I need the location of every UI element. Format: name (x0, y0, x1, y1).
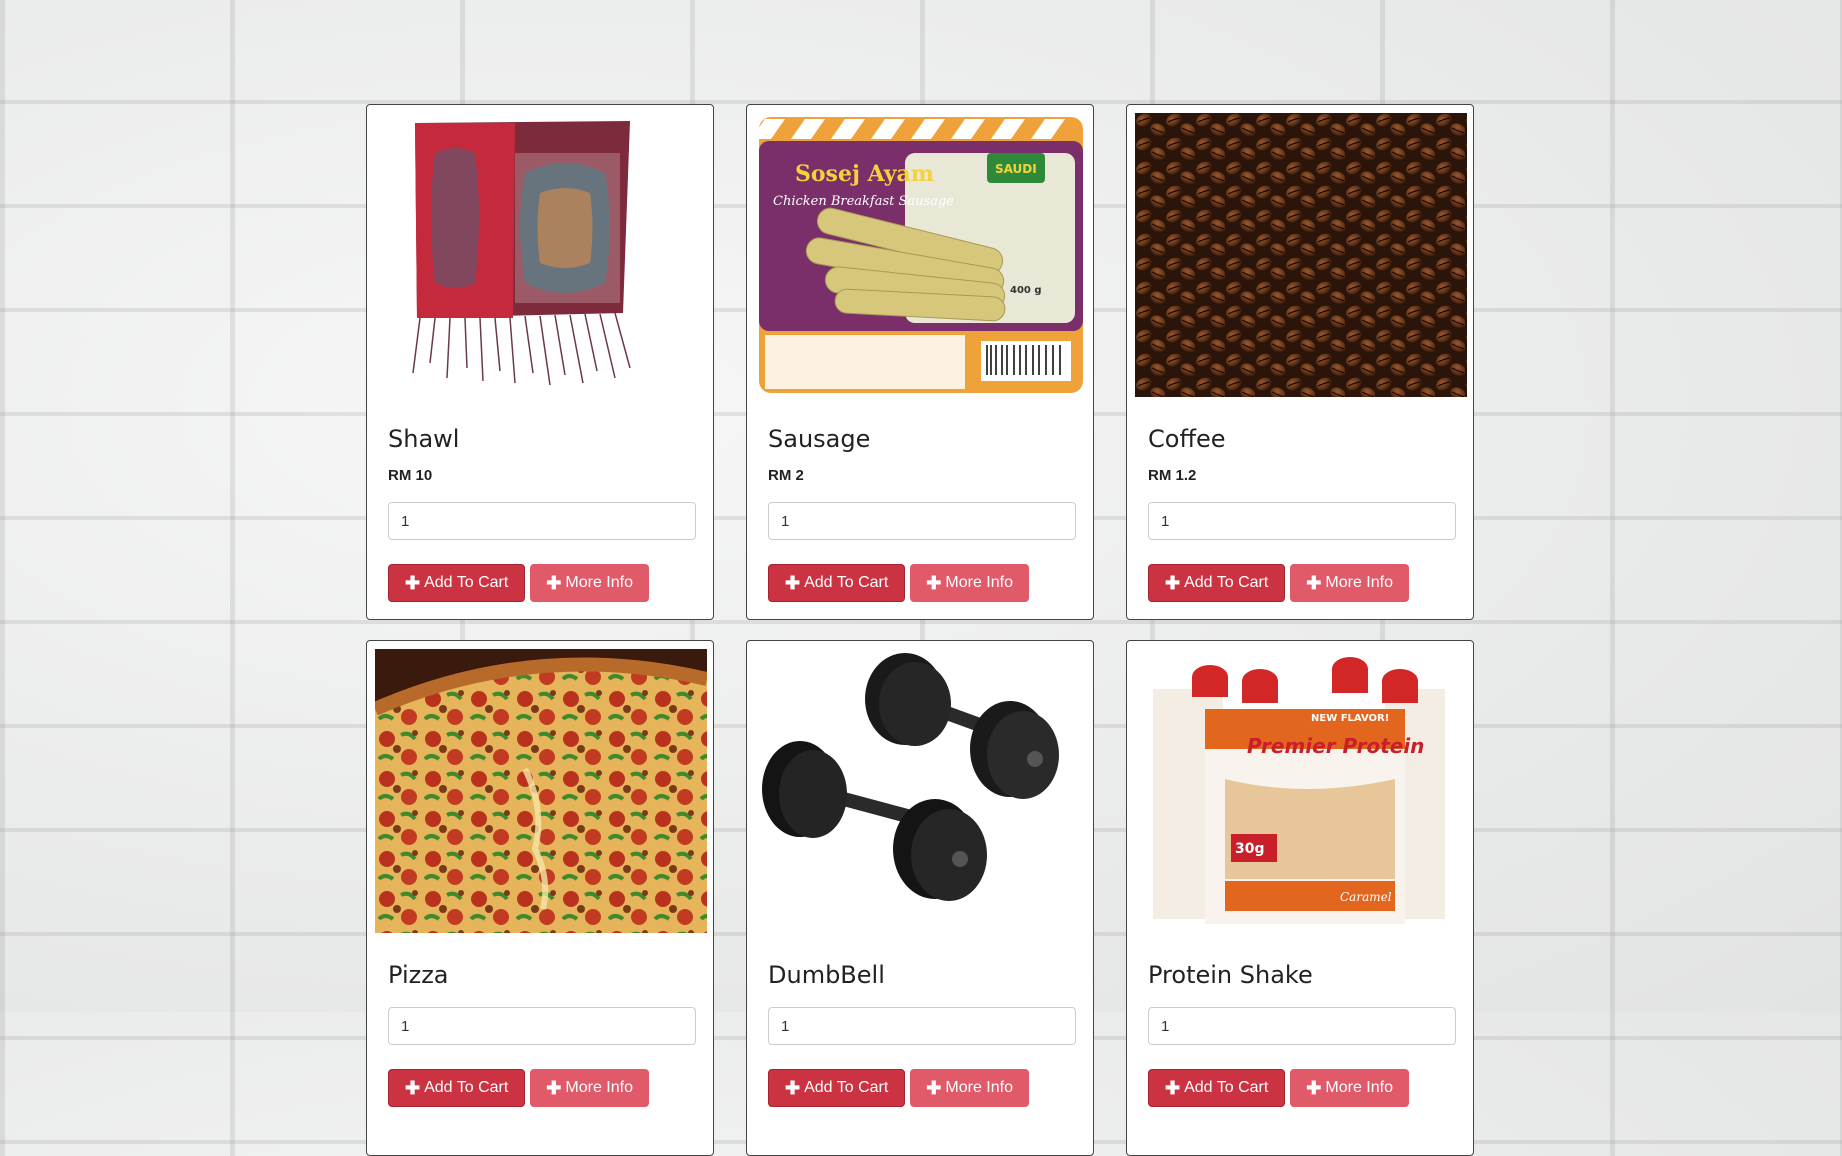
product-card-pizza: Pizza ✚ Add To Cart ✚ More Info (366, 640, 714, 1156)
more-info-button[interactable]: ✚ More Info (530, 564, 649, 602)
card-actions: ✚ Add To Cart ✚ More Info (1148, 564, 1465, 602)
product-price: RM 2 (768, 467, 804, 484)
more-info-label: More Info (945, 1079, 1013, 1096)
add-to-cart-button[interactable]: ✚ Add To Cart (768, 1069, 906, 1107)
more-info-button[interactable]: ✚ More Info (1290, 564, 1409, 602)
more-info-label: More Info (565, 1079, 633, 1096)
quantity-input[interactable] (1148, 502, 1456, 540)
product-title: Pizza (388, 961, 449, 989)
product-card-dumbbell: DumbBell ✚ Add To Cart ✚ More Info (746, 640, 1094, 1156)
more-info-button[interactable]: ✚ More Info (530, 1069, 649, 1107)
product-title: Protein Shake (1148, 961, 1313, 989)
add-to-cart-label: Add To Cart (1184, 1079, 1269, 1096)
plus-icon: ✚ (1306, 1077, 1322, 1098)
product-title: DumbBell (768, 961, 885, 989)
product-card-shawl: Shawl RM 10 ✚ Add To Cart ✚ More Info (366, 104, 714, 620)
more-info-label: More Info (565, 574, 633, 591)
product-image-coffee (1135, 113, 1467, 397)
product-image-sausage: Sosej Ayam Chicken Breakfast Sausage SAU… (755, 113, 1087, 397)
plus-icon: ✚ (1165, 1077, 1181, 1098)
product-price: RM 10 (388, 467, 433, 484)
card-actions: ✚ Add To Cart ✚ More Info (388, 1069, 705, 1107)
plus-icon: ✚ (1165, 572, 1181, 593)
add-to-cart-label: Add To Cart (804, 574, 889, 591)
product-image-dumbbell (755, 649, 1087, 933)
protein-flavor-text: Caramel (1340, 890, 1392, 904)
plus-icon: ✚ (546, 1077, 562, 1098)
card-actions: ✚ Add To Cart ✚ More Info (768, 1069, 1085, 1107)
quantity-input[interactable] (1148, 1007, 1456, 1045)
sausage-sub-text: Chicken Breakfast Sausage (773, 194, 954, 209)
add-to-cart-label: Add To Cart (1184, 574, 1269, 591)
product-image-shawl (375, 113, 707, 397)
product-card-coffee: Coffee RM 1.2 ✚ Add To Cart ✚ More Info (1126, 104, 1474, 620)
plus-icon: ✚ (405, 572, 421, 593)
product-image-pizza (375, 649, 707, 933)
plus-icon: ✚ (785, 572, 801, 593)
more-info-button[interactable]: ✚ More Info (910, 1069, 1029, 1107)
protein-grams-text: 30g (1235, 841, 1265, 857)
quantity-input[interactable] (388, 502, 696, 540)
product-card-protein-shake: NEW FLAVOR! Premier Protein 30g Caramel … (1126, 640, 1474, 1156)
product-card-sausage: Sosej Ayam Chicken Breakfast Sausage SAU… (746, 104, 1094, 620)
add-to-cart-button[interactable]: ✚ Add To Cart (768, 564, 906, 602)
protein-flag-text: NEW FLAVOR! (1311, 713, 1389, 724)
add-to-cart-button[interactable]: ✚ Add To Cart (388, 1069, 526, 1107)
plus-icon: ✚ (546, 572, 562, 593)
sausage-brand-text: Sosej Ayam (795, 161, 934, 187)
quantity-input[interactable] (768, 1007, 1076, 1045)
card-actions: ✚ Add To Cart ✚ More Info (388, 564, 705, 602)
more-info-label: More Info (945, 574, 1013, 591)
plus-icon: ✚ (926, 572, 942, 593)
plus-icon: ✚ (405, 1077, 421, 1098)
card-actions: ✚ Add To Cart ✚ More Info (768, 564, 1085, 602)
more-info-label: More Info (1325, 1079, 1393, 1096)
plus-icon: ✚ (926, 1077, 942, 1098)
product-title: Coffee (1148, 425, 1226, 453)
product-grid: Shawl RM 10 ✚ Add To Cart ✚ More Info (366, 104, 1476, 1156)
product-image-protein-shake: NEW FLAVOR! Premier Protein 30g Caramel (1135, 649, 1467, 933)
plus-icon: ✚ (1306, 572, 1322, 593)
card-actions: ✚ Add To Cart ✚ More Info (1148, 1069, 1465, 1107)
add-to-cart-label: Add To Cart (424, 574, 509, 591)
product-title: Shawl (388, 425, 460, 453)
add-to-cart-button[interactable]: ✚ Add To Cart (1148, 564, 1286, 602)
sausage-weight-text: 400 g (1010, 285, 1042, 296)
protein-brand-text: Premier Protein (1247, 734, 1424, 758)
more-info-label: More Info (1325, 574, 1393, 591)
plus-icon: ✚ (785, 1077, 801, 1098)
product-title: Sausage (768, 425, 871, 453)
sausage-logo-text: SAUDI (995, 162, 1037, 176)
more-info-button[interactable]: ✚ More Info (1290, 1069, 1409, 1107)
product-price: RM 1.2 (1148, 467, 1197, 484)
quantity-input[interactable] (768, 502, 1076, 540)
add-to-cart-button[interactable]: ✚ Add To Cart (1148, 1069, 1286, 1107)
add-to-cart-label: Add To Cart (804, 1079, 889, 1096)
quantity-input[interactable] (388, 1007, 696, 1045)
more-info-button[interactable]: ✚ More Info (910, 564, 1029, 602)
add-to-cart-label: Add To Cart (424, 1079, 509, 1096)
add-to-cart-button[interactable]: ✚ Add To Cart (388, 564, 526, 602)
